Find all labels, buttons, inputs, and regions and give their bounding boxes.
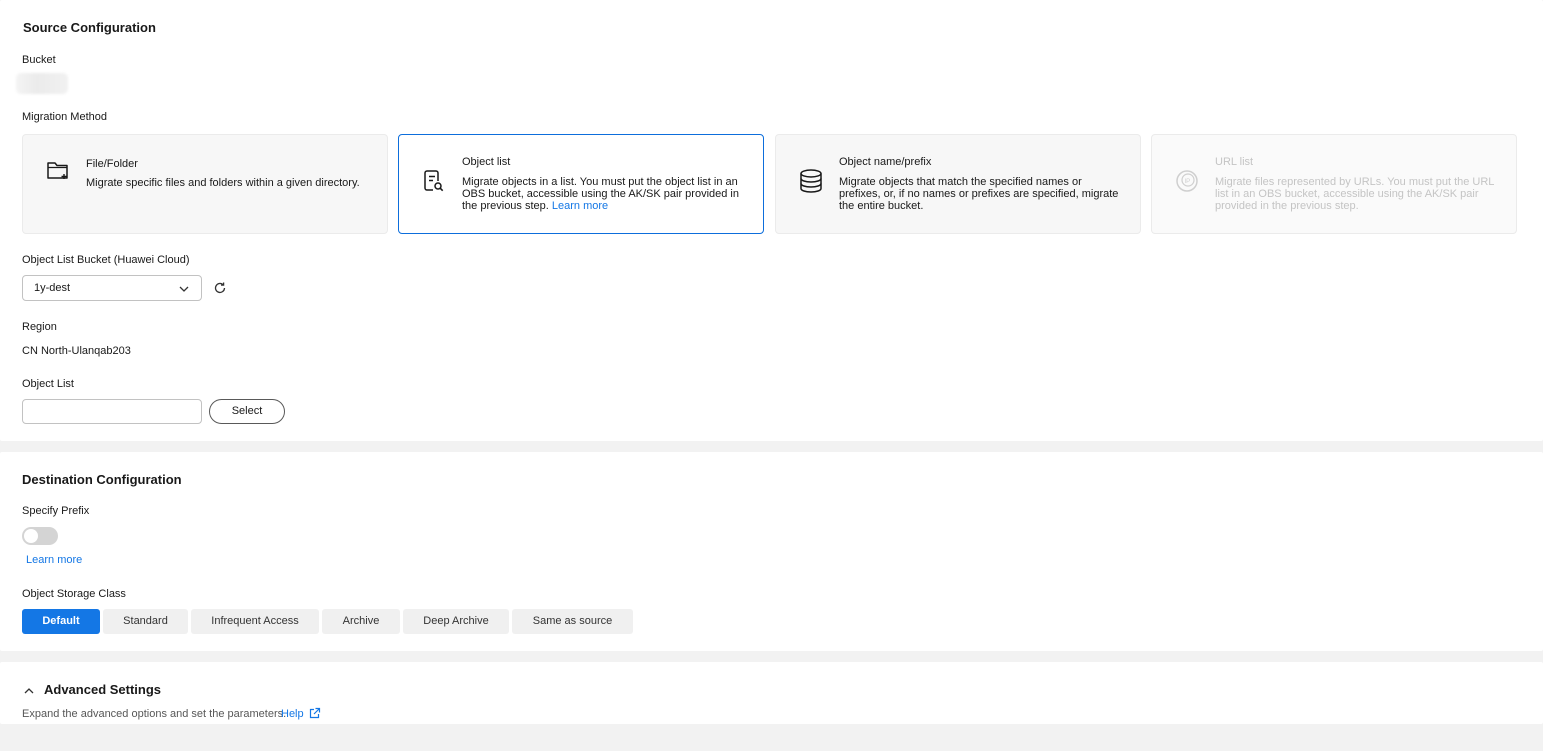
object-list-bucket-label: Object List Bucket (Huawei Cloud) [22,254,190,266]
storage-class-segmented-control: Default Standard Infrequent Access Archi… [22,609,633,634]
storage-class-same-as-source[interactable]: Same as source [512,609,633,634]
object-list-label: Object List [22,378,74,390]
method-title: Object list [462,156,511,168]
advanced-settings-title[interactable]: Advanced Settings [44,682,161,697]
method-title: File/Folder [86,158,138,170]
external-link-icon[interactable] [308,707,321,720]
method-card-file-folder[interactable]: File/Folder Migrate specific files and f… [22,134,388,234]
storage-class-infrequent-access[interactable]: Infrequent Access [191,609,319,634]
list-search-icon [424,170,444,192]
method-card-url-list: IP URL list Migrate files represented by… [1151,134,1517,234]
learn-more-link[interactable]: Learn more [552,200,608,212]
bucket-label: Bucket [22,54,56,66]
chevron-up-icon[interactable] [23,686,35,696]
source-configuration-title: Source Configuration [23,20,156,35]
destination-configuration-title: Destination Configuration [22,472,182,487]
region-value: CN North-Ulanqab203 [22,345,131,357]
storage-class-standard[interactable]: Standard [103,609,188,634]
specify-prefix-toggle[interactable] [22,527,58,545]
object-list-bucket-select[interactable]: 1y-dest [22,275,202,301]
method-description: Migrate files represented by URLs. You m… [1215,176,1495,212]
object-list-bucket-value: 1y-dest [34,282,71,294]
migration-method-label: Migration Method [22,111,107,123]
chevron-down-icon [179,286,189,292]
ip-globe-icon: IP [1176,170,1198,192]
learn-more-link[interactable]: Learn more [26,554,82,566]
select-button[interactable]: Select [209,399,285,424]
object-list-input[interactable] [22,399,202,424]
help-link[interactable]: Help [281,708,304,720]
bucket-value-redacted [16,73,68,94]
database-icon [800,169,822,193]
storage-class-default[interactable]: Default [22,609,100,634]
method-title: URL list [1215,156,1254,168]
method-description: Migrate specific files and folders withi… [86,177,360,189]
toggle-knob [24,529,38,543]
method-description: Migrate objects in a list. You must put … [462,176,747,212]
svg-text:IP: IP [1185,179,1191,185]
method-description: Migrate objects that match the specified… [839,176,1119,212]
folder-add-icon [47,162,68,179]
source-configuration-panel: Source Configuration Bucket Migration Me… [0,0,1543,441]
object-storage-class-label: Object Storage Class [22,588,126,600]
storage-class-archive[interactable]: Archive [322,609,400,634]
region-label: Region [22,321,57,333]
storage-class-deep-archive[interactable]: Deep Archive [403,609,509,634]
refresh-icon[interactable] [213,281,227,295]
method-card-object-list[interactable]: Object list Migrate objects in a list. Y… [398,134,764,234]
method-title: Object name/prefix [839,156,932,168]
advanced-settings-description: Expand the advanced options and set the … [22,708,287,720]
method-card-object-name-prefix[interactable]: Object name/prefix Migrate objects that … [775,134,1141,234]
specify-prefix-label: Specify Prefix [22,505,90,517]
